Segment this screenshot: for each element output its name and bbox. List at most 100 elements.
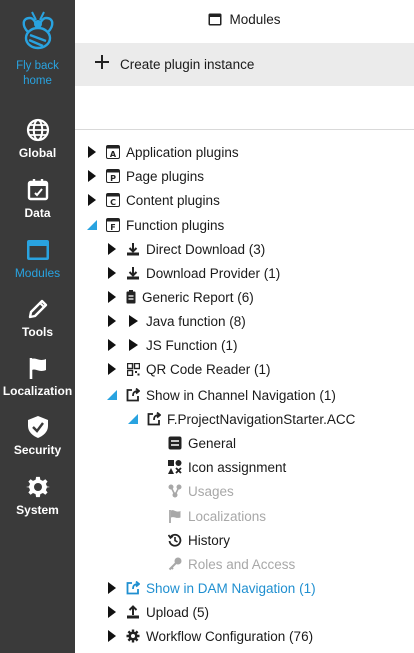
- tree-item-generic-report[interactable]: Generic Report (6): [105, 286, 254, 308]
- nav-global[interactable]: Global: [0, 118, 75, 174]
- play-icon: [126, 338, 140, 352]
- tree-item-history[interactable]: History: [168, 529, 230, 551]
- calendar-icon: [27, 179, 48, 201]
- tree-label: QR Code Reader (1): [146, 361, 271, 377]
- tree-label: JS Function (1): [146, 337, 238, 353]
- expand-icon[interactable]: [105, 290, 119, 304]
- nav-label: System: [16, 503, 59, 517]
- fly-back-home-label: Fly back home: [16, 60, 59, 87]
- download-icon: [126, 266, 140, 280]
- tree-label: Direct Download (3): [146, 241, 266, 257]
- tree-label: Localizations: [188, 508, 267, 524]
- tree-item-roles-and-access[interactable]: Roles and Access: [168, 553, 295, 575]
- fly-back-home-button[interactable]: Fly back home: [0, 8, 75, 89]
- svg-text:A: A: [110, 150, 117, 159]
- gear-icon: [25, 476, 50, 498]
- svg-text:C: C: [110, 198, 116, 207]
- shield-icon: [27, 416, 48, 438]
- tree-item-usages[interactable]: Usages: [168, 480, 234, 502]
- expand-icon[interactable]: [105, 605, 119, 619]
- page-title: Modules: [229, 12, 281, 27]
- sidebar: Fly back home Global Data Modules Tools …: [0, 0, 75, 653]
- tree-item-icon-assignment[interactable]: Icon assignment: [168, 456, 286, 478]
- download-icon: [126, 242, 140, 256]
- expand-icon[interactable]: [105, 242, 119, 256]
- plus-icon: [95, 55, 109, 69]
- nav-label: Security: [13, 443, 62, 457]
- nav-security[interactable]: Security: [0, 415, 75, 471]
- nav-localization[interactable]: Localization: [0, 356, 75, 412]
- nav-data[interactable]: Data: [0, 178, 75, 234]
- tree-item-project-navigation-starter[interactable]: F.ProjectNavigationStarter.ACC: [126, 408, 355, 430]
- tree-label: History: [188, 532, 231, 548]
- pencil-icon: [28, 299, 47, 319]
- list-box-icon: [168, 436, 182, 450]
- flag-icon: [168, 509, 182, 523]
- divider: [75, 129, 414, 130]
- tree-label: F.ProjectNavigationStarter.ACC: [167, 411, 356, 427]
- play-icon: [126, 314, 140, 328]
- expand-icon[interactable]: [105, 338, 119, 352]
- collapse-icon[interactable]: [105, 388, 119, 402]
- letter-p-icon: P: [106, 169, 120, 183]
- window-icon: [26, 240, 49, 260]
- letter-a-icon: A: [106, 145, 120, 159]
- nav-label: Modules: [14, 266, 61, 280]
- expand-icon[interactable]: [85, 145, 99, 159]
- tree-item-localizations[interactable]: Localizations: [168, 505, 266, 527]
- tree-item-show-channel-navigation[interactable]: Show in Channel Navigation (1): [105, 384, 336, 406]
- tree-item-page-plugins[interactable]: P Page plugins: [85, 165, 204, 187]
- tree-item-workflow-configuration[interactable]: Workflow Configuration (76): [105, 625, 313, 647]
- tree-item-content-plugins[interactable]: C Content plugins: [85, 189, 220, 211]
- nav-label: Localization: [2, 384, 73, 398]
- tree-item-upload[interactable]: Upload (5): [105, 601, 209, 623]
- tree-item-show-dam-navigation[interactable]: Show in DAM Navigation (1): [105, 577, 316, 599]
- upload-icon: [126, 605, 140, 619]
- svg-text:F: F: [110, 223, 115, 232]
- tree-item-download-provider[interactable]: Download Provider (1): [105, 262, 280, 284]
- nav-modules[interactable]: Modules: [0, 238, 75, 294]
- share-out-icon: [126, 581, 140, 595]
- collapse-icon[interactable]: [126, 412, 140, 426]
- expand-icon[interactable]: [105, 362, 119, 376]
- expand-icon[interactable]: [105, 266, 119, 280]
- tree-item-qr-code-reader[interactable]: QR Code Reader (1): [105, 358, 271, 380]
- icons-grid-icon: [168, 460, 182, 474]
- collapse-icon[interactable]: [85, 218, 99, 232]
- tree-label: Download Provider (1): [146, 265, 281, 281]
- create-plugin-instance-button[interactable]: Create plugin instance: [75, 43, 414, 86]
- expand-icon[interactable]: [105, 629, 119, 643]
- create-plugin-instance-label: Create plugin instance: [120, 57, 255, 72]
- history-icon: [168, 533, 182, 547]
- key-icon: [168, 557, 182, 571]
- window-icon: [208, 13, 222, 26]
- tree-item-js-function[interactable]: JS Function (1): [105, 334, 238, 356]
- nav-system[interactable]: System: [0, 475, 75, 531]
- tree-label: Usages: [188, 483, 234, 499]
- tree-label: Show in DAM Navigation (1): [146, 580, 316, 596]
- tree-label: Workflow Configuration (76): [146, 628, 314, 644]
- tree-label: Page plugins: [126, 168, 205, 184]
- tree-label: Roles and Access: [188, 556, 296, 572]
- nav-tools[interactable]: Tools: [0, 297, 75, 353]
- share-out-icon: [147, 412, 161, 426]
- tree-label: Show in Channel Navigation (1): [146, 387, 336, 403]
- tree-item-application-plugins[interactable]: A Application plugins: [85, 141, 239, 163]
- letter-c-icon: C: [106, 193, 120, 207]
- gear-icon: [126, 629, 140, 643]
- tree-label: Icon assignment: [188, 459, 287, 475]
- tree-item-direct-download[interactable]: Direct Download (3): [105, 238, 265, 260]
- bee-logo-icon: [22, 11, 53, 50]
- tree-item-java-function[interactable]: Java function (8): [105, 310, 246, 332]
- tree-label: General: [188, 435, 237, 451]
- expand-icon[interactable]: [105, 581, 119, 595]
- tree-label: Application plugins: [126, 144, 239, 160]
- sitemap-icon: [168, 484, 182, 498]
- qr-code-icon: [126, 362, 140, 376]
- svg-text:P: P: [110, 174, 116, 183]
- tree-item-general[interactable]: General: [168, 432, 236, 454]
- tree-item-function-plugins[interactable]: F Function plugins: [85, 214, 224, 236]
- expand-icon[interactable]: [85, 169, 99, 183]
- expand-icon[interactable]: [85, 193, 99, 207]
- expand-icon[interactable]: [105, 314, 119, 328]
